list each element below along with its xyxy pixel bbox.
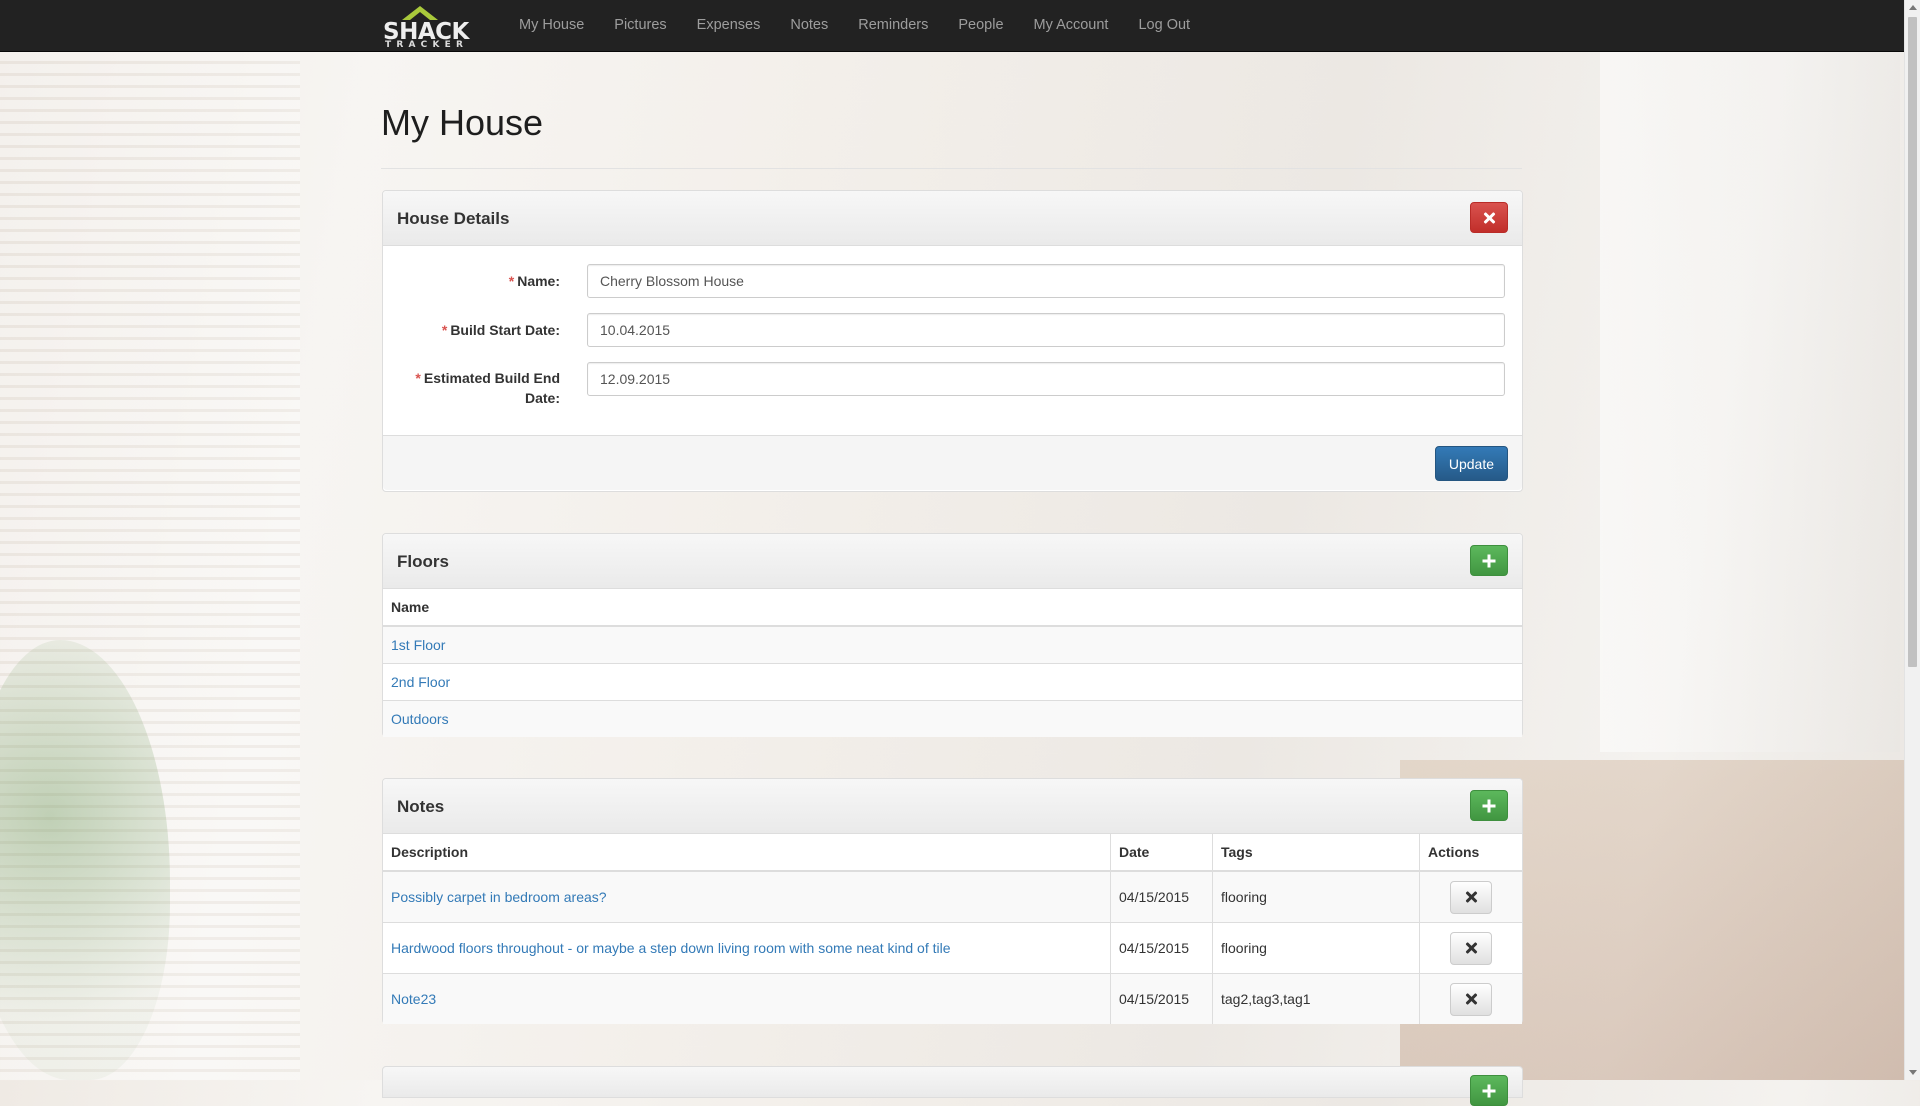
- note-link[interactable]: Possibly carpet in bedroom areas?: [391, 889, 607, 905]
- nav-notes[interactable]: Notes: [775, 0, 843, 50]
- house-details-footer: Update: [383, 435, 1522, 490]
- table-cell: Outdoors: [383, 700, 1522, 737]
- close-icon: [1465, 942, 1477, 954]
- table-cell: 2nd Floor: [383, 663, 1522, 701]
- floors-heading: Floors: [383, 534, 1522, 589]
- nav-my-account[interactable]: My Account: [1019, 0, 1124, 50]
- required-marker: *: [441, 322, 448, 338]
- table-row: 1st Floor: [383, 625, 1522, 664]
- table-cell: [1419, 973, 1522, 1024]
- table-row: Outdoors: [383, 700, 1522, 737]
- table-cell: 1st Floor: [383, 625, 1522, 664]
- background-window-blinds: [0, 52, 300, 1080]
- build-start-label-text: Build Start Date:: [450, 322, 560, 338]
- scroll-up-icon[interactable]: [1909, 5, 1917, 10]
- build-end-date-input[interactable]: [587, 362, 1505, 396]
- table-cell: Hardwood floors throughout - or maybe a …: [383, 922, 1111, 974]
- house-details-title: House Details: [397, 209, 510, 228]
- close-house-details-button[interactable]: [1470, 202, 1508, 233]
- background-plant: [0, 640, 170, 1080]
- table-cell: [1419, 870, 1522, 923]
- notes-actions-header: Actions: [1419, 834, 1522, 872]
- floors-title: Floors: [397, 552, 449, 571]
- nav-people[interactable]: People: [943, 0, 1018, 50]
- delete-note-button[interactable]: [1450, 982, 1492, 1016]
- scroll-thumb[interactable]: [1908, 17, 1917, 667]
- table-row: Possibly carpet in bedroom areas? 04/15/…: [383, 870, 1522, 923]
- note-tags: tag2,tag3,tag1: [1212, 973, 1420, 1024]
- notes-panel: Notes Description Date Tags Actions Poss…: [382, 778, 1523, 1024]
- table-row: Hardwood floors throughout - or maybe a …: [383, 922, 1522, 974]
- table-cell: [1419, 922, 1522, 974]
- nav-pictures[interactable]: Pictures: [599, 0, 681, 50]
- notes-tags-header: Tags: [1212, 834, 1420, 872]
- update-button[interactable]: Update: [1434, 446, 1508, 481]
- build-start-label: * Build Start Date:: [390, 320, 560, 340]
- close-icon: [1465, 993, 1477, 1005]
- notes-date-header: Date: [1110, 834, 1213, 872]
- house-details-heading: House Details: [383, 191, 1522, 246]
- note-date: 04/15/2015: [1110, 973, 1213, 1024]
- name-label-text: Name:: [517, 273, 560, 289]
- table-row: 2nd Floor: [383, 663, 1522, 701]
- note-link[interactable]: Hardwood floors throughout - or maybe a …: [391, 940, 951, 956]
- name-input[interactable]: [587, 264, 1505, 298]
- notes-title: Notes: [397, 797, 445, 816]
- build-start-date-input[interactable]: [587, 313, 1505, 347]
- background-wall: [1600, 52, 1900, 752]
- build-end-label: * Estimated Build End Date:: [390, 368, 560, 408]
- add-note-button[interactable]: [1470, 790, 1508, 821]
- scroll-down-icon[interactable]: [1909, 1070, 1917, 1075]
- note-date: 04/15/2015: [1110, 870, 1213, 923]
- build-end-label-text: Estimated Build End Date:: [423, 370, 560, 406]
- add-floor-button[interactable]: [1470, 545, 1508, 576]
- page-title: My House: [381, 102, 544, 143]
- plus-icon: [1482, 554, 1496, 567]
- delete-note-button[interactable]: [1450, 880, 1492, 914]
- floor-link[interactable]: 1st Floor: [391, 637, 445, 653]
- close-icon: [1483, 212, 1495, 224]
- table-cell: Note23: [383, 973, 1111, 1024]
- name-label: * Name:: [390, 271, 560, 291]
- nav-expenses[interactable]: Expenses: [682, 0, 776, 50]
- plus-icon: [1482, 1084, 1496, 1097]
- nav-log-out[interactable]: Log Out: [1123, 0, 1205, 50]
- delete-note-button[interactable]: [1450, 931, 1492, 965]
- floor-link[interactable]: 2nd Floor: [391, 674, 450, 690]
- title-divider: [381, 168, 1522, 169]
- next-panel-partial: [382, 1066, 1523, 1106]
- main-nav: My House Pictures Expenses Notes Reminde…: [504, 0, 1205, 50]
- brand-word-tracker: TRACKER: [385, 40, 469, 50]
- nav-my-house[interactable]: My House: [504, 0, 599, 50]
- plus-icon: [1482, 799, 1496, 812]
- note-link[interactable]: Note23: [391, 991, 436, 1007]
- nav-reminders[interactable]: Reminders: [843, 0, 943, 50]
- floors-name-header: Name: [383, 589, 1522, 627]
- note-date: 04/15/2015: [1110, 922, 1213, 974]
- notes-heading: Notes: [383, 779, 1522, 834]
- note-tags: flooring: [1212, 870, 1420, 923]
- note-tags: flooring: [1212, 922, 1420, 974]
- house-details-panel: House Details *Name: *Build Start Date: …: [382, 190, 1523, 492]
- top-navbar: SHACK TRACKER My House Pictures Expenses…: [0, 0, 1904, 52]
- table-row: Note23 04/15/2015 tag2,tag3,tag1: [383, 973, 1522, 1024]
- required-marker: *: [508, 273, 515, 289]
- page-scrollbar[interactable]: [1904, 0, 1920, 1080]
- required-marker: *: [415, 370, 421, 386]
- close-icon: [1465, 891, 1477, 903]
- floor-link[interactable]: Outdoors: [391, 711, 449, 727]
- brand-logo[interactable]: SHACK TRACKER: [380, 4, 490, 50]
- floors-table: Name 1st Floor 2nd Floor Outdoors: [383, 589, 1522, 737]
- table-cell: Possibly carpet in bedroom areas?: [383, 870, 1111, 923]
- floors-panel: Floors Name 1st Floor 2nd Floor Outdoors: [382, 533, 1523, 737]
- notes-table: Description Date Tags Actions Possibly c…: [383, 834, 1522, 1024]
- notes-description-header: Description: [383, 834, 1111, 872]
